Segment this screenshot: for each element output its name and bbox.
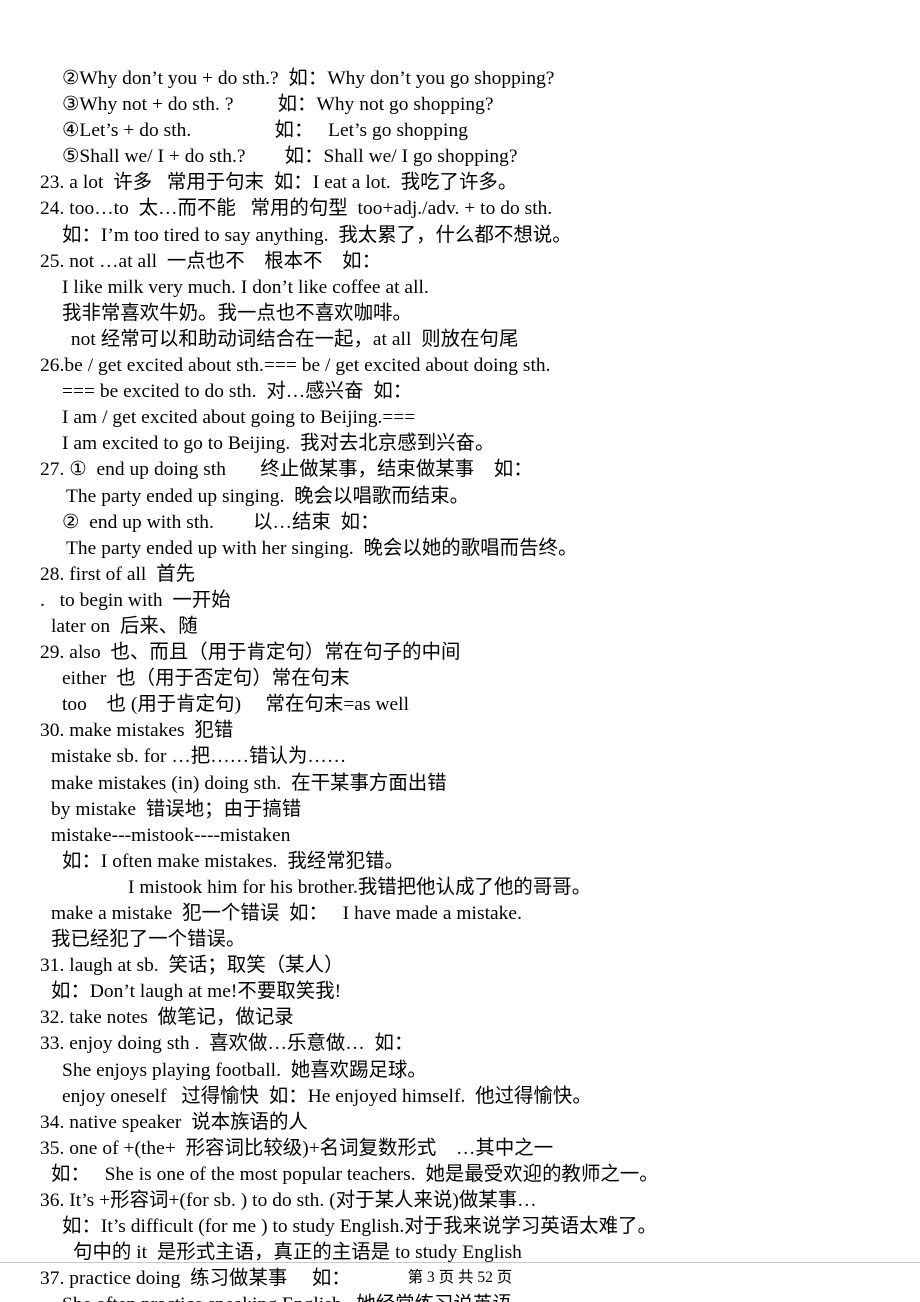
note-line: make a mistake 犯一个错误 如： I have made a mi… [51, 903, 522, 924]
note-line: 30. make mistakes 犯错 [40, 720, 234, 742]
note-line: 36. It’s +形容词+(for sb. ) to do sth. (对于某… [40, 1190, 537, 1212]
note-line: === be excited to do sth. 对…感兴奋 如： [62, 381, 413, 403]
note-line: I am excited to go to Beijing. 我对去北京感到兴奋… [62, 433, 495, 455]
note-line: 23. a lot 许多 常用于句末 如：I eat a lot. 我吃了许多。 [40, 172, 518, 194]
note-line: by mistake 错误地；由于搞错 [51, 798, 302, 820]
note-line: ②Why don’t you + do sth.? 如：Why don’t yo… [62, 68, 555, 89]
note-line: ④Let’s + do sth. 如： Let’s go shopping [62, 120, 468, 142]
note-line: 如：I’m too tired to say anything. 我太累了，什么… [62, 224, 572, 246]
note-line: . to begin with 一开始 [40, 589, 231, 611]
document-page: ②Why don’t you + do sth.? 如：Why don’t yo… [0, 0, 920, 1302]
note-line: She often practice speaking English. 她经常… [40, 1292, 890, 1302]
note-line: 29. also 也、而且（用于肯定句）常在句子的中间 [40, 642, 461, 664]
note-line: She enjoys playing football. 她喜欢踢足球。 [62, 1059, 427, 1081]
note-line: 31. laugh at sb. 笑话；取笑（某人） [40, 955, 344, 977]
note-line: mistake---mistook----mistaken [51, 824, 291, 846]
note-line: 33. enjoy doing sth . 喜欢做…乐意做… 如： [40, 1033, 414, 1055]
note-line: 如：I often make mistakes. 我经常犯错。 [62, 850, 404, 872]
note-line: too 也 (用于肯定句) 常在句末=as well [62, 694, 410, 716]
note-line: not 经常可以和助动词结合在一起，at all 则放在句尾 [66, 328, 519, 350]
note-line: The party ended up singing. 晚会以唱歌而结束。 [66, 485, 470, 507]
footer-divider [0, 1262, 920, 1263]
note-line: 我已经犯了一个错误。 [51, 929, 246, 951]
note-line: 34. native speaker 说本族语的人 [40, 1111, 308, 1133]
note-line: 35. one of +(the+ 形容词比较级)+名词复数形式 …其中之一 [40, 1137, 554, 1159]
note-line: either 也（用于否定句）常在句末 [62, 668, 350, 690]
note-line: later on 后来、随 [51, 615, 198, 637]
notes-body: ②Why don’t you + do sth.? 如：Why don’t yo… [40, 66, 890, 1302]
note-line: mistake sb. for …把……错认为…… [51, 746, 347, 768]
page-number-footer: 第 3 页 共 52 页 [407, 1269, 513, 1286]
note-line: I like milk very much. I don’t like coff… [62, 276, 429, 298]
note-line: 我非常喜欢牛奶。我一点也不喜欢咖啡。 [62, 302, 412, 324]
note-line: ③Why not + do sth. ? 如：Why not go shoppi… [62, 94, 494, 116]
note-line: ⑤Shall we/ I + do sth.? 如：Shall we/ I go… [62, 146, 518, 168]
note-line: 25. not …at all 一点也不 根本不 如： [40, 250, 382, 272]
note-line: 27. ① end up doing sth 终止做某事，结束做某事 如： [40, 459, 533, 481]
note-line: 32. take notes 做笔记，做记录 [40, 1007, 294, 1029]
note-line: ② end up with sth. 以…结束 如： [62, 511, 380, 533]
note-line: I mistook him for his brother.我错把他认成了他的哥… [128, 876, 592, 898]
note-line: The party ended up with her singing. 晚会以… [66, 537, 578, 559]
note-line: enjoy oneself 过得愉快 如：He enjoyed himself.… [62, 1085, 592, 1107]
note-line: 26.be / get excited about sth.=== be / g… [40, 355, 551, 377]
note-line: I am / get excited about going to Beijin… [62, 407, 416, 429]
note-line: 24. too…to 太…而不能 常用的句型 too+adj./adv. + t… [40, 198, 553, 220]
note-line: make mistakes (in) doing sth. 在干某事方面出错 [51, 772, 447, 794]
note-line: 28. first of all 首先 [40, 563, 196, 585]
note-line: 如：It’s difficult (for me ) to study Engl… [62, 1216, 657, 1238]
note-line: 如： She is one of the most popular teache… [51, 1163, 659, 1185]
note-line: 如：Don’t laugh at me!不要取笑我! [51, 981, 342, 1003]
